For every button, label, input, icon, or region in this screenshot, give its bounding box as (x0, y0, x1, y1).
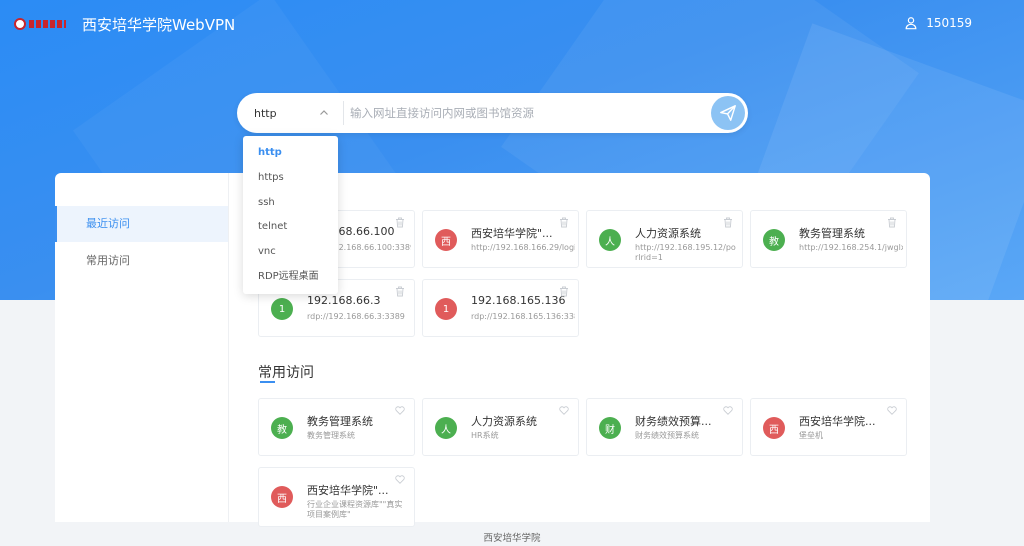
common-card[interactable]: 人 人力资源系统 HR系统 (422, 398, 579, 456)
card-name: 人力资源系统 (471, 415, 537, 428)
card-avatar: 西 (271, 486, 293, 508)
recent-card[interactable]: 西 西安培华学院"... http://192.168.166.29/logi (422, 210, 579, 268)
card-avatar: 教 (271, 417, 293, 439)
card-url: http://192.168.254.1/jwglx (799, 243, 903, 252)
trash-icon[interactable] (723, 217, 733, 228)
card-name: 财务绩效预算... (635, 415, 712, 428)
common-card[interactable]: 教 教务管理系统 教务管理系统 (258, 398, 415, 456)
card-name: 西安培华学院"... (471, 227, 553, 240)
common-card[interactable]: 财 财务绩效预算... 财务绩效预算系统 (586, 398, 743, 456)
card-avatar: 1 (435, 298, 457, 320)
common-card[interactable]: 西 西安培华学院... 堡垒机 (750, 398, 907, 456)
username: 150159 (926, 16, 972, 30)
card-avatar: 财 (599, 417, 621, 439)
card-desc: 行业企业课程资源库""真实项目案例库" (307, 500, 403, 519)
heart-icon[interactable] (395, 474, 405, 485)
common-card[interactable]: 西 西安培华学院"... 行业企业课程资源库""真实项目案例库" (258, 467, 415, 527)
footer-text: 西安培华学院 (483, 533, 541, 544)
user-menu[interactable]: 150159 (904, 16, 972, 30)
card-name: 教务管理系统 (799, 227, 865, 240)
card-desc: 财务绩效预算系统 (635, 431, 699, 440)
card-avatar: 1 (271, 298, 293, 320)
go-button[interactable] (711, 96, 745, 130)
user-icon (905, 17, 917, 30)
sidebar-item-common[interactable]: 常用访问 (55, 243, 228, 279)
trash-icon[interactable] (395, 217, 405, 228)
card-name: 人力资源系统 (635, 227, 701, 240)
sidebar: 最近访问 常用访问 (55, 173, 229, 522)
chevron-up-icon (320, 110, 328, 115)
protocol-dropdown: http https ssh telnet vnc RDP远程桌面 (243, 136, 338, 294)
card-name: 西安培华学院... (799, 415, 876, 428)
logo-wordmark (29, 20, 66, 28)
trash-icon[interactable] (395, 286, 405, 297)
card-avatar: 西 (435, 229, 457, 251)
card-avatar: 人 (599, 229, 621, 251)
protocol-option-vnc[interactable]: vnc (243, 240, 338, 265)
card-url: http://192.168.195.12/porlrid=1 (635, 243, 736, 262)
card-url: rdp://192.168.165.136:338 (471, 312, 575, 321)
card-desc: 堡垒机 (799, 431, 823, 440)
protocol-value: http (254, 106, 277, 120)
section-underline (260, 381, 275, 383)
card-url: http://192.168.166.29/logi (471, 243, 575, 252)
trash-icon[interactable] (559, 217, 569, 228)
site-title: 西安培华学院WebVPN (82, 16, 236, 34)
card-desc: 教务管理系统 (307, 431, 355, 440)
common-section-title: 常用访问 (258, 365, 314, 381)
send-icon (720, 105, 736, 121)
recent-card[interactable]: 人 人力资源系统 http://192.168.195.12/porlrid=1 (586, 210, 743, 268)
protocol-option-https[interactable]: https (243, 166, 338, 191)
heart-icon[interactable] (559, 405, 569, 416)
protocol-option-http[interactable]: http (243, 141, 338, 166)
top-bar: 西安培华学院WebVPN 150159 (0, 0, 1024, 50)
school-logo[interactable] (14, 17, 66, 31)
card-avatar: 西 (763, 417, 785, 439)
url-input[interactable] (344, 93, 711, 133)
trash-icon[interactable] (887, 217, 897, 228)
protocol-select[interactable]: http (237, 93, 343, 133)
card-url: rdp://192.168.66.3:3389 (307, 312, 405, 321)
card-avatar: 人 (435, 417, 457, 439)
seal-icon (14, 18, 26, 30)
card-name: 192.168.165.136 (471, 294, 566, 307)
protocol-option-telnet[interactable]: telnet (243, 215, 338, 240)
card-avatar: 教 (763, 229, 785, 251)
heart-icon[interactable] (887, 405, 897, 416)
trash-icon[interactable] (559, 286, 569, 297)
protocol-option-ssh[interactable]: ssh (243, 191, 338, 216)
card-desc: HR系统 (471, 431, 499, 440)
card-name: 教务管理系统 (307, 415, 373, 428)
heart-icon[interactable] (723, 405, 733, 416)
recent-card[interactable]: 教 教务管理系统 http://192.168.254.1/jwglx (750, 210, 907, 268)
card-name: 西安培华学院"... (307, 484, 389, 497)
heart-icon[interactable] (395, 405, 405, 416)
sidebar-item-recent[interactable]: 最近访问 (55, 206, 228, 242)
recent-card[interactable]: 1 192.168.165.136 rdp://192.168.165.136:… (422, 279, 579, 337)
protocol-option-rdp[interactable]: RDP远程桌面 (243, 265, 338, 290)
card-name: 192.168.66.3 (307, 294, 381, 307)
search-bar: http (237, 93, 748, 133)
